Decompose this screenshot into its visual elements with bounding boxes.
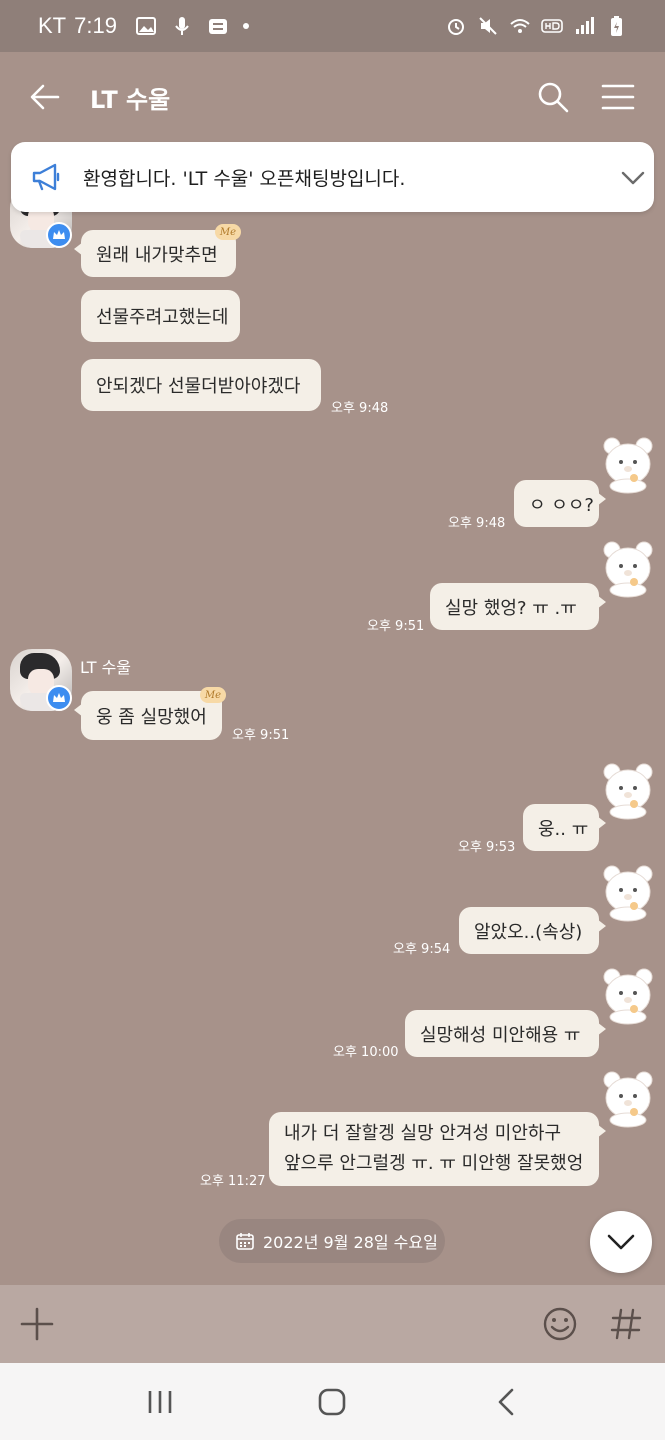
hashtag-icon: [610, 1308, 642, 1340]
chevron-down-icon[interactable]: [619, 166, 647, 190]
message-input-bar: [0, 1285, 665, 1363]
message-time: 오후 9:48: [331, 401, 389, 416]
message-text-line: 앞으루 안그럴겡 ㅠ. ㅠ 미안행 잘못했엉: [284, 1153, 584, 1174]
notification-dot-icon: [242, 23, 249, 29]
menu-button[interactable]: [600, 80, 636, 114]
clock: 7:19: [74, 13, 117, 38]
message-text-line: 내가 더 잘할겡 실망 안겨성 미안하구: [284, 1123, 562, 1144]
search-button[interactable]: [536, 80, 570, 114]
message-time: 오후 9:53: [458, 840, 516, 855]
alarm-icon: [445, 15, 467, 37]
recent-apps-button[interactable]: [146, 1389, 174, 1415]
search-icon: [538, 82, 569, 113]
signal-icon: [573, 15, 595, 37]
message-time: 오후 9:51: [367, 619, 425, 634]
wifi-icon: [509, 15, 531, 37]
calendar-icon: [236, 1233, 254, 1250]
megaphone-icon: [32, 163, 60, 191]
bear-sticker-avatar-icon: [603, 541, 653, 598]
chat-header: LT 수울: [0, 52, 665, 140]
emoticon-button[interactable]: [542, 1306, 578, 1342]
attach-button[interactable]: [20, 1307, 54, 1341]
message-text: 실망해성 미안해용 ㅠ: [420, 1024, 581, 1046]
message-text: 웅.. ㅠ: [538, 818, 589, 840]
date-divider-text: 2022년 9월 28일 수요일: [263, 1233, 438, 1252]
message-time: 오후 9:51: [232, 728, 290, 743]
bear-sticker-avatar-icon: [603, 437, 653, 494]
sent-message-bubble[interactable]: 내가 더 잘할겡 실망 안겨성 미안하구 앞으루 안그럴겡 ㅠ. ㅠ 미안행 잘…: [269, 1112, 606, 1186]
sent-message-bubble[interactable]: 실망 했엉? ㅠ .ㅠ: [430, 583, 606, 630]
home-icon: [318, 1388, 346, 1416]
status-bar: KT 7:19: [0, 0, 665, 52]
message-text: 안되겠다 선물더받아야겠다: [96, 376, 301, 397]
chat-title: LT 수울: [90, 86, 171, 114]
battery-charging-icon: [605, 15, 627, 37]
received-message-bubble[interactable]: 선물주려고했는데: [81, 290, 240, 342]
received-message-bubble[interactable]: 원래 내가맞추면: [74, 230, 236, 277]
plus-icon: [20, 1307, 54, 1341]
sender-avatar[interactable]: [10, 649, 72, 711]
chevron-down-icon: [607, 1234, 635, 1250]
mute-icon: [477, 15, 499, 37]
sent-message-bubble[interactable]: 웅.. ㅠ: [523, 804, 606, 851]
crown-badge-icon: [46, 685, 72, 711]
system-back-button[interactable]: [496, 1388, 516, 1416]
message-text: 웅 좀 실망했어: [96, 706, 207, 728]
message-text: 선물주려고했는데: [96, 307, 229, 328]
microphone-icon: [171, 15, 193, 37]
message-text: 원래 내가맞추면: [96, 244, 218, 266]
message-time: 오후 9:48: [448, 516, 506, 531]
sent-message-bubble[interactable]: ㅇ ㅇㅇ?: [514, 480, 606, 527]
bear-sticker-avatar-icon: [603, 1071, 653, 1128]
bear-sticker-avatar-icon: [603, 968, 653, 1025]
carrier-label: KT: [38, 13, 67, 38]
message-time: 오후 10:00: [333, 1045, 399, 1060]
notice-banner[interactable]: 환영합니다. 'LT 수울' 오픈채팅방입니다.: [11, 142, 654, 212]
message-text: ㅇ ㅇㅇ?: [529, 494, 594, 516]
gallery-icon: [135, 15, 157, 37]
5g-data-icon: [207, 15, 229, 37]
system-navigation-bar: [0, 1363, 665, 1440]
sent-message-bubble[interactable]: 실망해성 미안해용 ㅠ: [405, 1010, 606, 1057]
message-time: 오후 11:27: [200, 1174, 266, 1189]
notice-text: 환영합니다. 'LT 수울' 오픈채팅방입니다.: [83, 168, 406, 190]
crown-badge-icon: [46, 222, 72, 248]
me-sticker-badge: Me: [215, 224, 241, 240]
chevron-left-icon: [498, 1388, 514, 1416]
back-button[interactable]: [28, 80, 62, 114]
message-text: 실망 했엉? ㅠ .ㅠ: [445, 597, 577, 619]
scroll-to-bottom-button[interactable]: [590, 1211, 652, 1273]
recent-apps-icon: [148, 1391, 172, 1413]
hashtag-search-button[interactable]: [610, 1307, 642, 1341]
message-text: 알았오..(속상): [474, 921, 583, 943]
home-button[interactable]: [317, 1387, 347, 1417]
sent-message-bubble[interactable]: 알았오..(속상): [459, 907, 606, 954]
me-sticker-badge: Me: [200, 687, 226, 703]
date-divider: 2022년 9월 28일 수요일: [219, 1219, 445, 1263]
smiley-icon: [543, 1307, 577, 1341]
hd-voice-icon: [541, 15, 563, 37]
bear-sticker-avatar-icon: [603, 865, 653, 922]
message-time: 오후 9:54: [393, 942, 451, 957]
bear-sticker-avatar-icon: [603, 763, 653, 820]
sender-name: LT 수울: [80, 658, 132, 677]
received-message-bubble[interactable]: 안되겠다 선물더받아야겠다: [81, 359, 321, 411]
hamburger-menu-icon: [601, 84, 635, 110]
arrow-left-icon: [30, 84, 60, 110]
